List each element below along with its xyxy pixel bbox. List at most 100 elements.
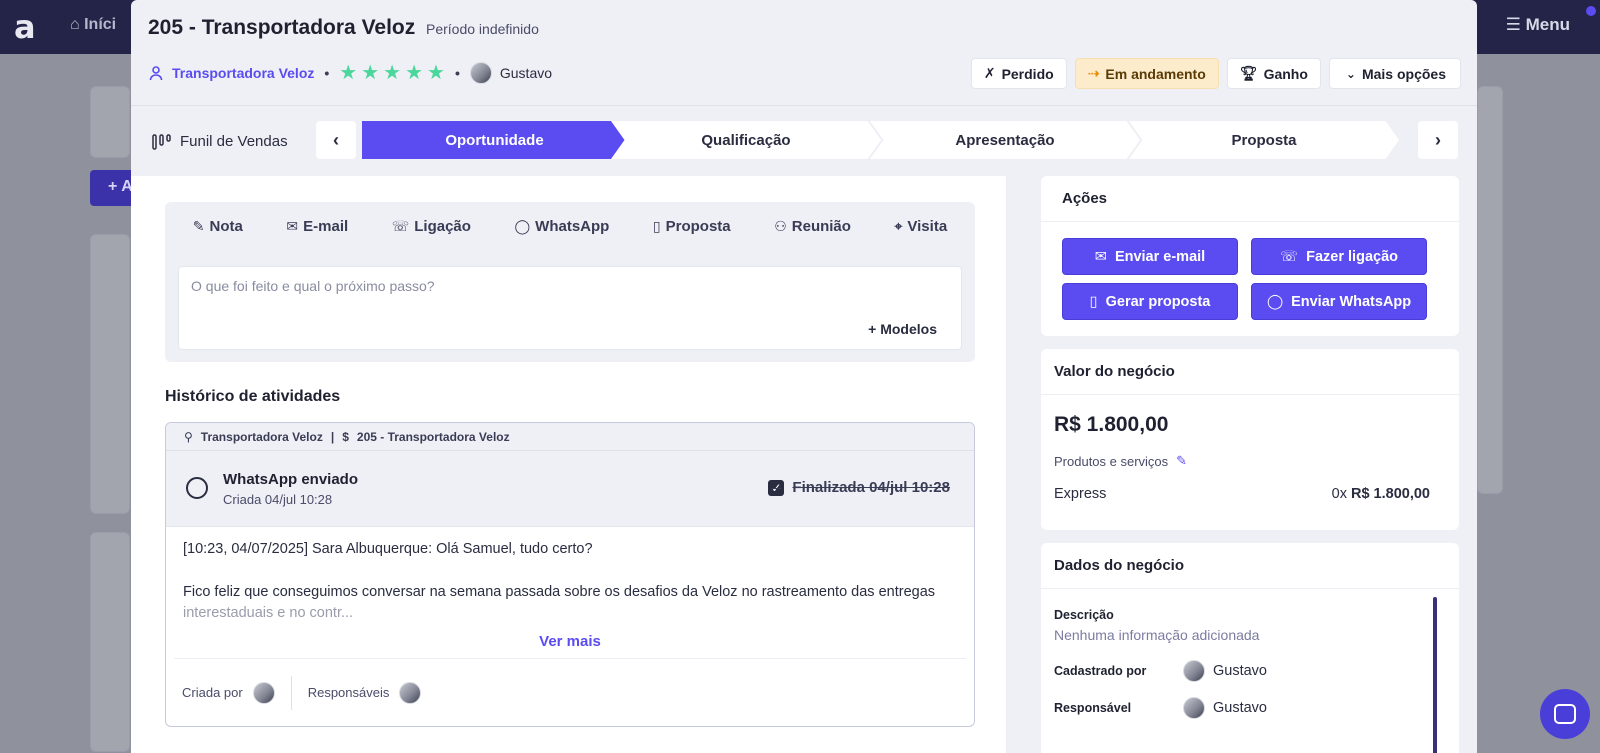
tab-email[interactable]: ✉ E-mail — [286, 218, 348, 235]
activity-context: ⚲ Transportadora Veloz | $ 205 - Transpo… — [166, 423, 974, 451]
responsible[interactable]: Gustavo — [1183, 697, 1267, 719]
message-line: [10:23, 04/07/2025] Sara Albuquerque: Ol… — [183, 541, 593, 557]
lost-button[interactable]: ✗ Perdido — [970, 58, 1067, 89]
background-card — [90, 86, 130, 158]
description-label: Descrição — [1054, 608, 1114, 622]
activity-deal[interactable]: 205 - Transportadora Veloz — [357, 430, 510, 444]
phone-icon: ☏ — [1279, 248, 1299, 265]
people-icon: ⚇ — [774, 217, 787, 234]
description-value[interactable]: Nenhuma informação adicionada — [1054, 627, 1259, 643]
nav-home[interactable]: ⌂ Iníci — [70, 16, 116, 34]
funnel-name: Funil de Vendas — [180, 133, 288, 150]
tab-whatsapp[interactable]: ◯ WhatsApp — [515, 218, 610, 235]
star-icon[interactable]: ★ — [383, 63, 401, 83]
stage-label: Proposta — [1231, 131, 1297, 149]
trophy-icon: 🏆︎ — [1239, 65, 1258, 81]
funnel-label[interactable]: Funil de Vendas — [152, 133, 288, 150]
responsible-label: Responsável — [1054, 701, 1132, 715]
document-icon: ▯ — [1089, 293, 1098, 310]
deal-modal: 205 - Transportadora Veloz Período indef… — [131, 0, 1477, 753]
person-icon — [149, 66, 163, 81]
company-link[interactable]: Transportadora Veloz — [172, 65, 314, 81]
rating-stars[interactable]: ★ ★ ★ ★ ★ — [339, 63, 445, 83]
more-options-button[interactable]: ⌄ Mais opções — [1328, 58, 1461, 89]
send-whatsapp-button[interactable]: ◯ Enviar WhatsApp — [1251, 283, 1427, 320]
deal-data-panel: Dados do negócio Descrição Nenhuma infor… — [1041, 543, 1459, 753]
created-by-label: Criada por — [182, 685, 243, 700]
separator-dot: • — [324, 65, 330, 81]
separator-dot: • — [454, 65, 460, 81]
avatar — [1183, 660, 1205, 682]
star-icon[interactable]: ★ — [405, 63, 423, 83]
stage-opportunity[interactable]: Oportunidade — [362, 121, 627, 159]
generate-proposal-button[interactable]: ▯ Gerar proposta — [1062, 283, 1238, 320]
owner-name[interactable]: Gustavo — [500, 65, 552, 81]
note-icon: ✎ — [192, 217, 205, 234]
stage-proposal[interactable]: Proposta — [1129, 121, 1399, 159]
chevron-down-icon: ⌄ — [1345, 66, 1356, 81]
stage-qualification[interactable]: Qualificação — [611, 121, 881, 159]
see-more-link[interactable]: Ver mais — [166, 631, 974, 652]
tab-label: WhatsApp — [535, 217, 610, 235]
activity-textarea[interactable]: O que foi feito e qual o próximo passo? … — [178, 266, 962, 350]
sales-funnel: Funil de Vendas ‹ Oportunidade Qualifica… — [131, 107, 1477, 174]
progress-icon: ⇢ — [1087, 65, 1100, 81]
divider — [290, 675, 292, 710]
textarea-placeholder: O que foi feito e qual o próximo passo? — [191, 278, 435, 294]
funnel-next-button[interactable]: › — [1418, 121, 1458, 159]
activity-type: WhatsApp enviado — [223, 471, 359, 488]
send-whatsapp-label: Enviar WhatsApp — [1291, 293, 1412, 310]
star-icon[interactable]: ★ — [361, 63, 379, 83]
tab-proposal[interactable]: ▯ Proposta — [653, 218, 731, 235]
lost-label: Perdido — [1001, 65, 1054, 82]
avatar[interactable] — [252, 681, 275, 704]
whatsapp-icon: ◯ — [514, 217, 531, 234]
activity-type-tabs: ✎ Nota ✉ E-mail ☏ Ligação ◯ WhatsApp ▯ Propos… — [165, 202, 975, 250]
product-row: Express 0x R$ 1.800,00 — [1054, 486, 1430, 502]
whatsapp-icon: ◯ — [1266, 293, 1284, 310]
star-icon[interactable]: ★ — [339, 63, 357, 83]
product-name: Express — [1054, 486, 1107, 502]
tab-meeting[interactable]: ⚇ Reunião — [774, 218, 851, 235]
person-icon: ⚲ — [184, 429, 193, 444]
activity-header: WhatsApp enviado Criada 04/jul 10:28 ✓ F… — [166, 451, 974, 527]
check-icon[interactable]: ✓ — [768, 479, 785, 496]
deal-period[interactable]: Período indefinido — [426, 21, 539, 37]
mail-icon: ✉ — [286, 217, 299, 234]
actions-panel: Ações ✉ Enviar e-mail ☏ Fazer ligação ▯ Ger… — [1041, 176, 1459, 336]
activity-contact[interactable]: Transportadora Veloz — [201, 430, 323, 444]
in-progress-button[interactable]: ⇢ Em andamento — [1074, 58, 1219, 89]
stage-label: Oportunidade — [445, 131, 544, 149]
star-icon[interactable]: ★ — [427, 63, 445, 83]
products-link[interactable]: Produtos e serviços ✎ — [1054, 453, 1187, 469]
product-total: 0x R$ 1.800,00 — [1332, 486, 1430, 502]
activity-area: ✎ Nota ✉ E-mail ☏ Ligação ◯ WhatsApp ▯ Propos… — [131, 176, 1006, 753]
tab-call[interactable]: ☏ Ligação — [392, 218, 471, 235]
funnel-prev-button[interactable]: ‹ — [316, 121, 356, 159]
menu-button[interactable]: ☰ Menu — [1506, 15, 1570, 35]
tab-label: Ligação — [414, 217, 471, 235]
won-button[interactable]: 🏆︎ Ganho — [1226, 58, 1321, 89]
send-email-button[interactable]: ✉ Enviar e-mail — [1062, 238, 1238, 275]
make-call-button[interactable]: ☏ Fazer ligação — [1251, 238, 1427, 275]
tab-visit[interactable]: ⌖ Visita — [895, 218, 948, 235]
history-title: Histórico de atividades — [165, 388, 341, 405]
panel-scrollbar[interactable] — [1433, 597, 1437, 753]
deal-money-icon: $ — [342, 429, 349, 444]
avatar[interactable] — [399, 681, 422, 704]
stage-presentation[interactable]: Apresentação — [870, 121, 1140, 159]
templates-button[interactable]: + Modelos — [868, 321, 937, 337]
chat-support-button[interactable] — [1540, 689, 1590, 739]
tab-note[interactable]: ✎ Nota — [193, 218, 243, 235]
app-logo[interactable]: a — [14, 8, 36, 46]
responsible-name: Gustavo — [1213, 700, 1267, 716]
avatar — [469, 62, 492, 84]
tab-label: E-mail — [303, 217, 349, 235]
whatsapp-icon — [186, 477, 208, 499]
generate-proposal-label: Gerar proposta — [1105, 293, 1211, 310]
modal-header: 205 - Transportadora Veloz Período indef… — [131, 0, 1477, 106]
avatar — [1183, 697, 1205, 719]
deal-data-title: Dados do negócio — [1041, 543, 1459, 589]
activity-finished[interactable]: ✓ Finalizada 04/jul 10:28 — [768, 479, 950, 496]
paperclip-icon[interactable]: ✎ — [1176, 453, 1187, 469]
